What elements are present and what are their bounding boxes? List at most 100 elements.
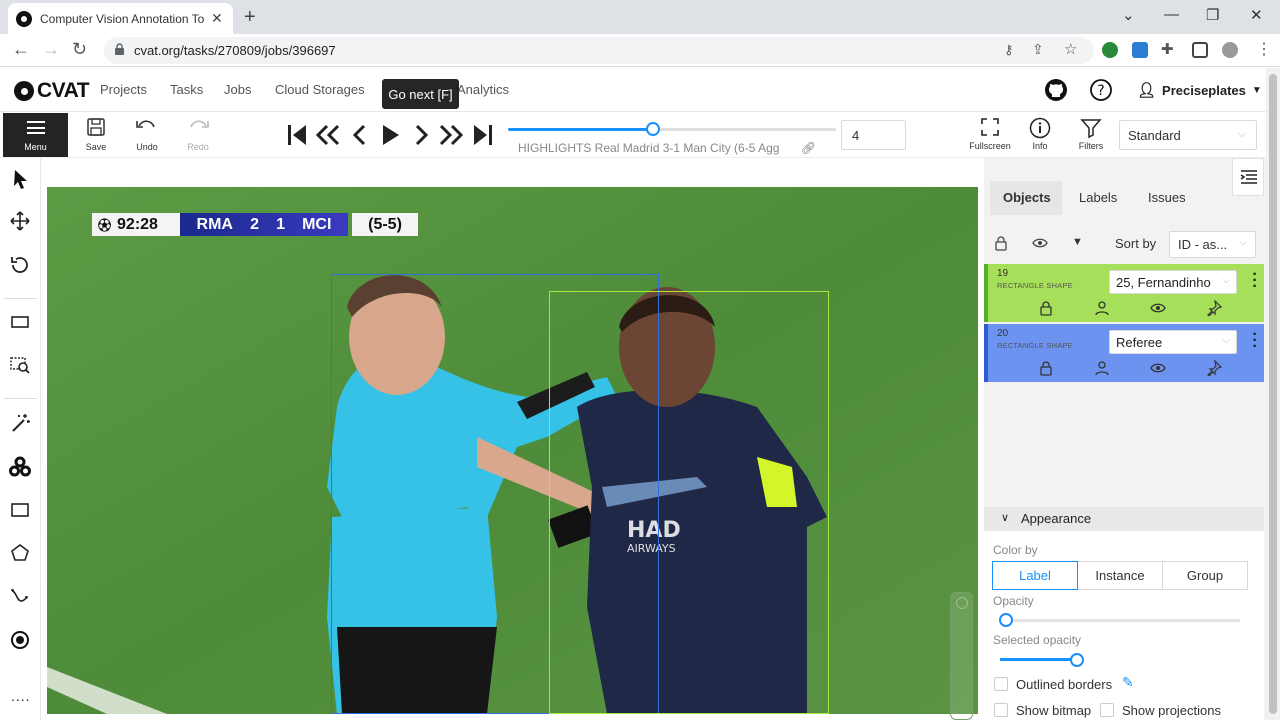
pin-user-icon[interactable] — [1094, 360, 1110, 376]
frame-number-input[interactable]: 4 — [841, 120, 906, 150]
cursor-tool-icon[interactable] — [9, 168, 31, 190]
restore-icon[interactable]: ❐ — [1206, 6, 1219, 24]
color-picker-icon[interactable]: ✎ — [1122, 674, 1134, 691]
polygon-tool-icon[interactable] — [9, 542, 31, 564]
move-tool-icon[interactable] — [9, 210, 31, 232]
eye-icon[interactable] — [1150, 300, 1166, 316]
first-frame-icon[interactable] — [284, 122, 310, 148]
object-card-20[interactable]: 20 RECTANGLE SHAPE Referee ⌵ · · · — [984, 324, 1264, 382]
collapse-all-icon[interactable]: ▼ — [1072, 236, 1083, 248]
nav-tasks[interactable]: Tasks — [170, 82, 203, 97]
eye-all-icon[interactable] — [1032, 237, 1048, 249]
pushpin-icon[interactable] — [1206, 360, 1222, 376]
save-button[interactable]: Save — [76, 117, 116, 152]
extension-icon[interactable] — [1132, 42, 1148, 58]
profile-icon[interactable] — [1222, 42, 1238, 58]
pushpin-icon[interactable] — [1206, 300, 1222, 316]
object-menu-icon[interactable]: · · · — [1250, 327, 1260, 355]
home-score: 2 — [250, 215, 259, 233]
tab-labels[interactable]: Labels — [1079, 190, 1117, 205]
tab-search-icon[interactable]: ⌄ — [1122, 6, 1135, 24]
play-icon[interactable] — [377, 122, 403, 148]
outlined-borders-checkbox[interactable] — [994, 677, 1008, 691]
selected-opacity-slider[interactable] — [1000, 658, 1077, 661]
rectangle-tool-icon[interactable] — [9, 499, 31, 521]
sort-select[interactable]: ID - as... ⌵ — [1169, 231, 1256, 258]
window-close-icon[interactable]: ✕ — [1250, 6, 1263, 24]
color-by-group-option[interactable]: Group — [1162, 561, 1248, 590]
opencv-icon[interactable] — [9, 456, 31, 478]
url-field[interactable]: cvat.org/tasks/270809/jobs/396697 ⚷ ⇪ ☆ — [104, 37, 1094, 64]
workspace-select[interactable]: Standard ⌵ — [1119, 120, 1257, 150]
polyline-tool-icon[interactable] — [9, 585, 31, 607]
minimize-icon[interactable]: — — [1164, 6, 1179, 23]
undo-button[interactable]: Undo — [127, 117, 167, 152]
forward-icon[interactable]: → — [42, 39, 60, 60]
previous-frame-icon[interactable] — [347, 122, 373, 148]
redo-button[interactable]: Redo — [178, 117, 218, 152]
help-icon[interactable]: ? — [1089, 78, 1113, 102]
last-frame-icon[interactable] — [470, 122, 496, 148]
bookmark-star-icon[interactable]: ☆ — [1064, 40, 1077, 58]
sidebar-collapse-button[interactable] — [1232, 158, 1264, 196]
fast-forward-icon[interactable] — [438, 122, 464, 148]
link-icon[interactable]: 🔗︎ — [801, 141, 816, 155]
new-tab-icon[interactable]: + — [244, 6, 256, 29]
canvas-scroll-handle[interactable] — [950, 592, 973, 720]
lock-icon[interactable] — [1038, 300, 1054, 316]
page-scrollbar[interactable] — [1266, 68, 1280, 720]
page-scrollbar-thumb[interactable] — [1269, 74, 1277, 714]
tab-issues[interactable]: Issues — [1148, 190, 1186, 205]
svg-text:?: ? — [1097, 83, 1104, 99]
fast-backward-icon[interactable] — [315, 122, 341, 148]
browser-menu-icon[interactable]: ⋮ — [1256, 39, 1272, 59]
object-label-select[interactable]: 25, Fernandinho ⌵ — [1109, 270, 1237, 294]
selected-opacity-slider-handle[interactable] — [1070, 653, 1084, 667]
puzzle-extensions-icon[interactable]: ✚ — [1161, 40, 1174, 58]
close-tab-icon[interactable]: ✕ — [211, 10, 223, 27]
fullscreen-button[interactable]: Fullscreen — [969, 117, 1011, 151]
opacity-slider[interactable] — [1000, 619, 1240, 622]
github-icon[interactable] — [1044, 78, 1068, 102]
extension-icon[interactable] — [1102, 42, 1118, 58]
zoom-region-icon[interactable] — [9, 354, 31, 376]
tab-objects[interactable]: Objects — [1003, 190, 1051, 205]
show-projections-checkbox[interactable] — [1100, 703, 1114, 717]
nav-jobs[interactable]: Jobs — [224, 82, 251, 97]
nav-cloud-storages[interactable]: Cloud Storages — [275, 82, 365, 97]
browser-tab[interactable]: Computer Vision Annotation Too ✕ — [8, 3, 233, 34]
filters-button[interactable]: Filters — [1076, 117, 1106, 151]
menu-button[interactable]: Menu — [3, 113, 68, 157]
object-label-select[interactable]: Referee ⌵ — [1109, 330, 1237, 354]
fit-image-icon[interactable] — [9, 311, 31, 333]
appearance-collapse-header[interactable]: ∨ Appearance — [984, 507, 1264, 531]
color-by-label-option[interactable]: Label — [992, 561, 1078, 590]
back-icon[interactable]: ← — [12, 39, 30, 60]
redo-label: Redo — [187, 142, 209, 152]
reload-icon[interactable]: ↻ — [72, 39, 87, 60]
pin-user-icon[interactable] — [1094, 300, 1110, 316]
share-icon[interactable]: ⇪ — [1032, 41, 1044, 58]
bbox-fernandinho[interactable] — [549, 291, 829, 714]
nav-analytics[interactable]: Analytics — [457, 82, 509, 97]
opacity-slider-handle[interactable] — [999, 613, 1013, 627]
user-menu[interactable]: 👤︎ Preciseplates ▼ — [1137, 81, 1262, 99]
side-panel-icon[interactable] — [1192, 42, 1208, 58]
nav-projects[interactable]: Projects — [100, 82, 147, 97]
cvat-logo[interactable]: CVAT — [14, 79, 90, 103]
magic-wand-icon[interactable] — [9, 412, 31, 434]
eye-icon[interactable] — [1150, 360, 1166, 376]
object-card-19[interactable]: 19 RECTANGLE SHAPE 25, Fernandinho ⌵ · · · — [984, 264, 1264, 322]
rotate-icon[interactable] — [9, 254, 31, 276]
more-tools-icon[interactable]: .... — [11, 688, 31, 704]
object-menu-icon[interactable]: · · · — [1250, 267, 1260, 295]
color-by-instance-option[interactable]: Instance — [1077, 561, 1163, 590]
show-bitmap-checkbox[interactable] — [994, 703, 1008, 717]
lock-icon[interactable] — [1038, 360, 1054, 376]
frame-slider-handle[interactable] — [646, 122, 660, 136]
info-button[interactable]: Info — [1025, 117, 1055, 151]
key-icon[interactable]: ⚷ — [1004, 42, 1014, 58]
next-frame-icon[interactable] — [408, 122, 434, 148]
points-tool-icon[interactable] — [9, 629, 31, 651]
lock-all-icon[interactable] — [994, 236, 1008, 251]
